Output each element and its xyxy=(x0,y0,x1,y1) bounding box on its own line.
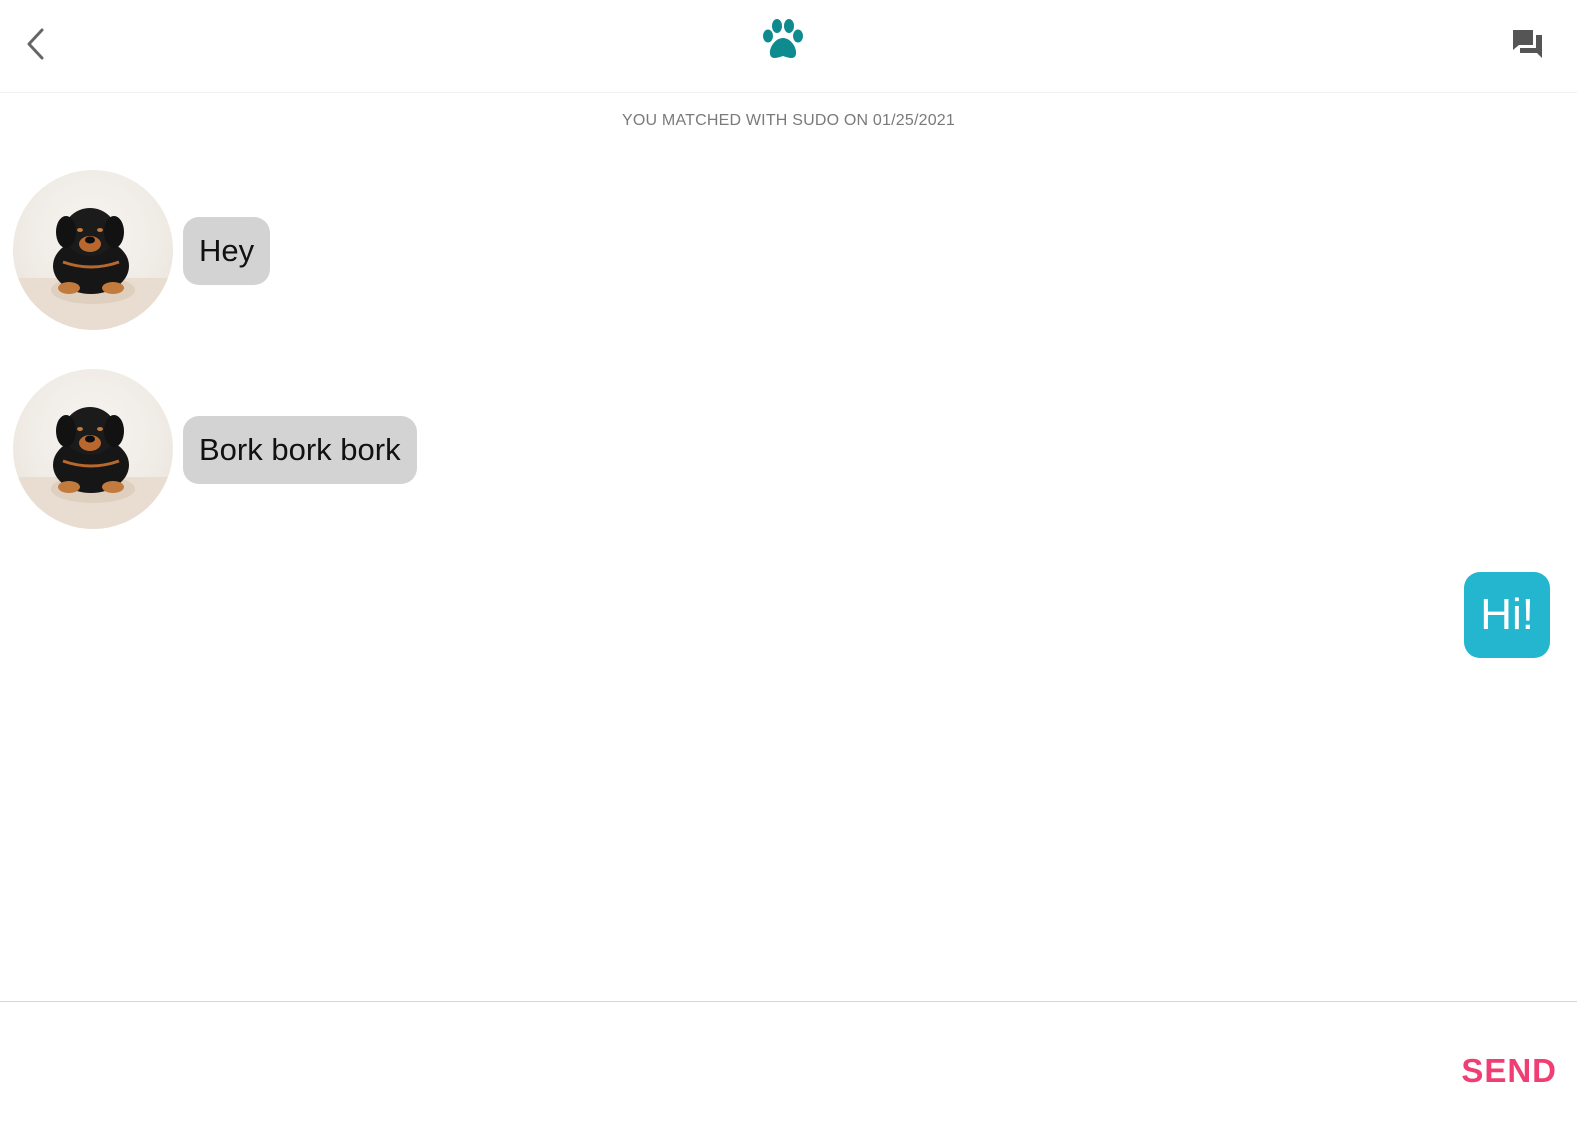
outgoing-message-bubble: Hi! xyxy=(1464,572,1550,658)
chevron-left-icon xyxy=(27,28,44,60)
message-composer: SEND xyxy=(0,1001,1577,1131)
header xyxy=(0,0,1577,93)
message-row: Hey xyxy=(0,170,1577,332)
avatar[interactable] xyxy=(13,369,173,529)
match-banner: YOU MATCHED WITH SUDO ON 01/25/2021 xyxy=(622,112,955,129)
chat-bubbles-icon xyxy=(1513,30,1542,58)
incoming-message-bubble: Hey xyxy=(183,217,271,285)
incoming-message-bubble: Bork bork bork xyxy=(183,416,417,484)
send-button[interactable]: SEND xyxy=(1461,1052,1557,1090)
paw-logo xyxy=(762,18,804,62)
message-row: Bork bork bork xyxy=(0,369,1577,531)
message-input[interactable] xyxy=(18,1032,1438,1112)
dog-avatar-image xyxy=(13,208,173,330)
back-button[interactable] xyxy=(18,24,52,64)
dog-avatar-image xyxy=(13,407,173,529)
avatar[interactable] xyxy=(13,170,173,330)
paw-icon xyxy=(763,19,803,58)
chat-screen: YOU MATCHED WITH SUDO ON 01/25/2021 Hey xyxy=(0,0,1577,1131)
conversations-button[interactable] xyxy=(1510,24,1546,62)
